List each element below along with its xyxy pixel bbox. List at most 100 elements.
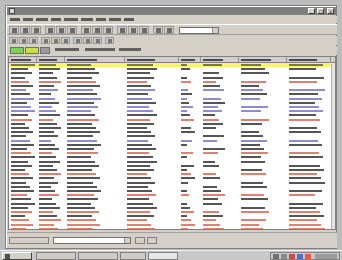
taskbar-button[interactable] — [78, 252, 118, 260]
zoom-out-button[interactable] — [164, 26, 174, 34]
table-cell — [39, 148, 59, 150]
table-cell — [289, 127, 317, 129]
table-cell — [39, 110, 56, 113]
table-cell — [181, 177, 195, 180]
table-cell — [203, 64, 222, 66]
tray-icon[interactable] — [273, 254, 279, 259]
status-button[interactable] — [147, 237, 157, 244]
goto-button[interactable] — [103, 26, 113, 34]
menu-item-label[interactable] — [36, 18, 48, 21]
table-cell — [11, 215, 25, 218]
tray-icon[interactable] — [305, 254, 311, 259]
table-cell — [67, 152, 98, 155]
taskbar-button-active[interactable] — [148, 252, 178, 260]
title-bar[interactable]: _ □ × — [7, 7, 337, 15]
filter-chip-gray[interactable] — [40, 47, 50, 54]
table-cell — [289, 80, 317, 83]
toggle-button[interactable] — [105, 37, 114, 44]
toggle-button[interactable] — [61, 37, 70, 44]
toggle-button[interactable] — [19, 37, 28, 44]
table-cell — [289, 110, 323, 113]
options-button[interactable] — [117, 26, 127, 34]
maximize-button[interactable]: □ — [317, 8, 324, 14]
table-cell — [39, 131, 54, 134]
toggle-button[interactable] — [9, 37, 18, 44]
close-button[interactable]: × — [327, 8, 334, 14]
table-cell — [11, 110, 35, 113]
filter-button[interactable] — [81, 26, 91, 34]
clock — [315, 254, 337, 259]
table-cell — [289, 194, 315, 197]
minimize-button[interactable]: _ — [308, 8, 315, 14]
table-cell — [289, 106, 319, 108]
toggle-icon — [64, 39, 68, 43]
table-cell — [127, 131, 151, 134]
filter-chip-green[interactable] — [10, 47, 24, 54]
menu-item-label[interactable] — [10, 18, 20, 21]
new-button[interactable] — [9, 26, 19, 34]
table-cell — [203, 227, 224, 229]
tray-icon[interactable] — [289, 254, 295, 259]
toggle-icon — [44, 39, 48, 43]
status-button[interactable] — [135, 237, 145, 244]
menu-item-label[interactable] — [51, 18, 61, 21]
table-row[interactable] — [9, 227, 335, 229]
taskbar-button[interactable] — [36, 252, 76, 260]
table-cell — [241, 148, 264, 150]
toggle-button[interactable] — [93, 37, 102, 44]
menu-item-label[interactable] — [124, 18, 134, 21]
table-cell — [67, 85, 100, 87]
menu-item-label[interactable] — [109, 18, 121, 21]
chevron-down-icon[interactable] — [124, 238, 130, 243]
start-button[interactable] — [2, 252, 32, 260]
toggle-button[interactable] — [73, 37, 82, 44]
help-button[interactable] — [139, 26, 149, 34]
stop-button[interactable] — [56, 26, 66, 34]
table-cell — [181, 127, 191, 129]
table-cell — [241, 72, 269, 75]
table-cell — [127, 127, 147, 129]
table-cell — [67, 76, 92, 79]
app-icon — [9, 8, 15, 14]
menu-item-label[interactable] — [96, 18, 106, 21]
table-cell — [11, 156, 35, 159]
menu-item-label[interactable] — [64, 18, 78, 21]
tray-icon[interactable] — [281, 254, 287, 259]
open-button[interactable] — [20, 26, 30, 34]
table-cell — [11, 177, 33, 180]
table-cell — [127, 177, 151, 180]
restart-button[interactable] — [67, 26, 77, 34]
save-button[interactable] — [31, 26, 41, 34]
table-cell — [181, 223, 195, 226]
statistics-button[interactable] — [128, 26, 138, 34]
table-cell — [127, 139, 148, 142]
status-combo[interactable] — [53, 237, 131, 244]
toolbar-combo[interactable] — [179, 27, 219, 34]
table-cell — [241, 173, 266, 176]
table-cell — [203, 160, 215, 163]
chevron-down-icon[interactable] — [212, 28, 218, 33]
desktop: _ □ × — [0, 0, 342, 260]
vertical-scrollbar[interactable] — [331, 64, 335, 229]
find-button[interactable] — [92, 26, 102, 34]
menu-item-label[interactable] — [81, 18, 93, 21]
table-cell — [289, 143, 322, 146]
table-cell — [39, 106, 52, 108]
tray-icon[interactable] — [297, 254, 303, 259]
toggle-button[interactable] — [51, 37, 60, 44]
table-cell — [127, 135, 155, 138]
toggle-button[interactable] — [83, 37, 92, 44]
table-cell — [289, 118, 320, 121]
taskbar-button[interactable] — [120, 252, 146, 260]
menu-item-label[interactable] — [23, 18, 33, 21]
toggle-button[interactable] — [29, 37, 38, 44]
toggle-icon — [76, 39, 80, 43]
stop-icon — [59, 28, 64, 33]
table-cell — [39, 72, 53, 75]
table-cell — [289, 97, 322, 100]
filter-chip-yellow[interactable] — [25, 47, 39, 54]
toggle-button[interactable] — [41, 37, 50, 44]
zoom-in-button[interactable] — [153, 26, 163, 34]
main-toolbar — [7, 24, 337, 35]
capture-button[interactable] — [45, 26, 55, 34]
